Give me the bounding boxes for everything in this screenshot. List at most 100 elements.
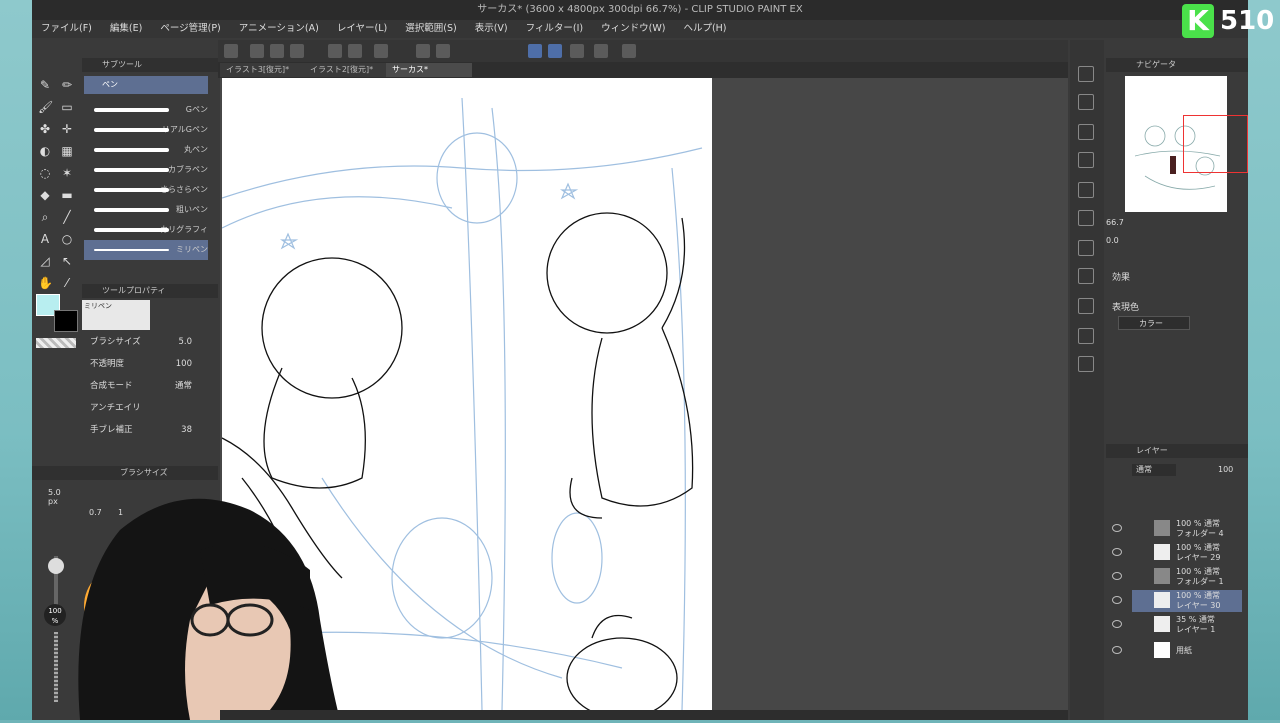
close-icon[interactable] bbox=[1078, 124, 1094, 140]
layer-row[interactable]: 100 % 通常 フォルダー 1 bbox=[1112, 566, 1242, 588]
nav-rotate-value[interactable]: 0.0 bbox=[1106, 236, 1119, 245]
fill-tool-icon[interactable]: ◆ bbox=[38, 188, 52, 202]
layer-blend-select[interactable]: 通常 bbox=[1132, 464, 1176, 476]
move-tool-icon[interactable]: ✛ bbox=[60, 122, 74, 136]
balloon-tool-icon[interactable]: ○ bbox=[60, 232, 74, 246]
history-icon[interactable] bbox=[1078, 240, 1094, 256]
layer-row-selected[interactable]: 100 % 通常 レイヤー 30 bbox=[1112, 590, 1242, 612]
visibility-eye-icon[interactable] bbox=[1112, 646, 1122, 654]
new-file-icon[interactable] bbox=[250, 44, 264, 58]
visibility-eye-icon[interactable] bbox=[1112, 596, 1122, 604]
magic-wand-icon[interactable]: ✶ bbox=[60, 166, 74, 180]
navigator-viewport-frame[interactable] bbox=[1183, 115, 1248, 173]
ruler-snap-icon[interactable] bbox=[528, 44, 542, 58]
pen-tool-icon[interactable]: ✎ bbox=[38, 78, 52, 92]
blend-value[interactable]: 通常 bbox=[175, 378, 192, 394]
opacity-slider[interactable] bbox=[54, 632, 58, 702]
home-icon[interactable] bbox=[224, 44, 238, 58]
search-icon[interactable] bbox=[1078, 94, 1094, 110]
folder-icon[interactable] bbox=[1078, 152, 1094, 168]
menu-animation[interactable]: アニメーション(A) bbox=[230, 20, 328, 38]
material-icon[interactable] bbox=[1078, 66, 1094, 82]
blend-tool-icon[interactable]: ◐ bbox=[38, 144, 52, 158]
eraser-tool-icon[interactable]: ▭ bbox=[60, 100, 74, 114]
snap-special-icon[interactable] bbox=[548, 44, 562, 58]
menu-help[interactable]: ヘルプ(H) bbox=[674, 20, 735, 38]
blend-row[interactable]: 合成モード 通常 bbox=[90, 378, 212, 394]
layer-row[interactable]: 用紙 bbox=[1112, 640, 1242, 662]
loading-icon[interactable] bbox=[374, 44, 388, 58]
object-tool-icon[interactable]: ↖ bbox=[60, 254, 74, 268]
menu-file[interactable]: ファイル(F) bbox=[32, 20, 101, 38]
gradient-tool-icon[interactable]: ▬ bbox=[60, 188, 74, 202]
hand-tool-icon[interactable]: ✋ bbox=[38, 276, 53, 290]
info-icon[interactable] bbox=[1078, 356, 1094, 372]
nav-zoom-value[interactable]: 66.7 bbox=[1106, 218, 1124, 227]
stabilize-row[interactable]: 手ブレ補正 38 bbox=[90, 422, 212, 438]
brush-rough-pen[interactable]: 粗いペン bbox=[84, 200, 208, 220]
fill-icon[interactable] bbox=[416, 44, 430, 58]
expression-color-select[interactable]: カラー bbox=[1118, 316, 1190, 330]
pencil-tool-icon[interactable]: ✏ bbox=[60, 78, 74, 92]
layer-label: 100 % 通常 レイヤー 29 bbox=[1176, 543, 1221, 562]
undo-icon[interactable] bbox=[328, 44, 342, 58]
decoration-tool-icon[interactable]: ✤ bbox=[38, 122, 52, 136]
line-tool-icon[interactable]: ╱ bbox=[60, 210, 74, 224]
ruler-tool-icon[interactable]: ◿ bbox=[38, 254, 52, 268]
menu-selection[interactable]: 選択範囲(S) bbox=[396, 20, 465, 38]
opacity-row[interactable]: 不透明度 100 bbox=[90, 356, 212, 372]
subview-icon[interactable] bbox=[1078, 328, 1094, 344]
menu-edit[interactable]: 編集(E) bbox=[101, 20, 151, 38]
opacity-value[interactable]: 100 bbox=[176, 356, 192, 372]
layer-property-icon[interactable] bbox=[1078, 210, 1094, 226]
brush-maru-pen[interactable]: 丸ペン bbox=[84, 140, 208, 160]
open-file-icon[interactable] bbox=[270, 44, 284, 58]
canvas-horizontal-scrollbar[interactable] bbox=[220, 710, 1068, 720]
visibility-eye-icon[interactable] bbox=[1112, 572, 1122, 580]
brush-sarasara-pen[interactable]: さらさらペン bbox=[84, 180, 208, 200]
layer-opacity-value[interactable]: 100 bbox=[1218, 465, 1233, 474]
help-icon[interactable] bbox=[622, 44, 636, 58]
transform-icon[interactable] bbox=[436, 44, 450, 58]
brush-calligraphy[interactable]: カリグラフィ bbox=[84, 220, 208, 240]
sub-color-swatch[interactable] bbox=[54, 310, 78, 332]
zoom-tool-icon[interactable]: ⌕ bbox=[38, 210, 52, 224]
text-tool-icon[interactable]: A bbox=[38, 232, 52, 246]
device-icon[interactable] bbox=[594, 44, 608, 58]
visibility-eye-icon[interactable] bbox=[1112, 524, 1122, 532]
layer-row[interactable]: 35 % 通常 レイヤー 1 bbox=[1112, 614, 1242, 636]
tab-illust2[interactable]: イラスト2[復元]* bbox=[304, 63, 390, 77]
transparent-color-swatch[interactable] bbox=[36, 338, 76, 348]
menu-layer[interactable]: レイヤー(L) bbox=[328, 20, 396, 38]
eyedropper-tool-icon[interactable]: ⁄ bbox=[60, 276, 74, 290]
redo-icon[interactable] bbox=[348, 44, 362, 58]
antialias-row[interactable]: アンチエイリ bbox=[90, 400, 212, 416]
brush-size-value[interactable]: 5.0 bbox=[178, 334, 192, 350]
lasso-tool-icon[interactable]: ◌ bbox=[38, 166, 52, 180]
close-icon[interactable] bbox=[1078, 182, 1094, 198]
menu-page[interactable]: ページ管理(P) bbox=[151, 20, 229, 38]
menu-view[interactable]: 表示(V) bbox=[466, 20, 517, 38]
brush-real-g-pen[interactable]: リアルGペン bbox=[84, 120, 208, 140]
grid-tool-icon[interactable]: ▦ bbox=[60, 144, 74, 158]
brush-tool-icon[interactable]: 🖌 bbox=[38, 100, 53, 114]
visibility-eye-icon[interactable] bbox=[1112, 620, 1122, 628]
subtool-group-pen[interactable]: ペン bbox=[84, 76, 208, 94]
save-icon[interactable] bbox=[290, 44, 304, 58]
brush-size-row[interactable]: ブラシサイズ 5.0 bbox=[90, 334, 212, 350]
visibility-eye-icon[interactable] bbox=[1112, 548, 1122, 556]
layer-row[interactable]: 100 % 通常 フォルダー 4 bbox=[1112, 518, 1242, 540]
menu-window[interactable]: ウィンドウ(W) bbox=[592, 20, 674, 38]
stabilize-value[interactable]: 38 bbox=[181, 422, 192, 438]
pen-settings-icon[interactable] bbox=[570, 44, 584, 58]
tab-circus[interactable]: サーカス* bbox=[386, 63, 472, 77]
window-title: サーカス* (3600 x 4800px 300dpi 66.7%) - CLI… bbox=[32, 0, 1248, 20]
brush-g-pen[interactable]: Gペン bbox=[84, 100, 208, 120]
item-bank-icon[interactable] bbox=[1078, 268, 1094, 284]
auto-action-icon[interactable] bbox=[1078, 298, 1094, 314]
brush-kabura-pen[interactable]: カブラペン bbox=[84, 160, 208, 180]
menu-filter[interactable]: フィルター(I) bbox=[517, 20, 593, 38]
tab-illust3[interactable]: イラスト3[復元]* bbox=[220, 63, 306, 77]
layer-row[interactable]: 100 % 通常 レイヤー 29 bbox=[1112, 542, 1242, 564]
brush-milli-pen[interactable]: ミリペン bbox=[84, 240, 208, 260]
